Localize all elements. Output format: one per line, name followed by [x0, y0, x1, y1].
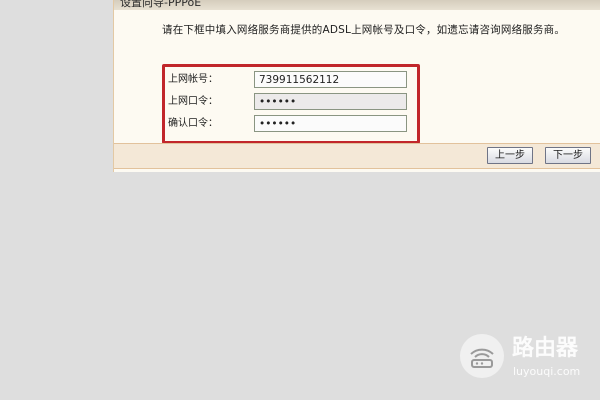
password-input[interactable] — [254, 93, 407, 110]
next-button[interactable]: 下一步 — [545, 147, 591, 164]
button-bar: 上一步 下一步 — [114, 143, 600, 169]
password-row: 上网口令： — [168, 93, 413, 111]
title-bar: 设置向导-PPPoE — [114, 0, 600, 10]
watermark: 路由器 luyouqi.com — [455, 316, 600, 400]
confirm-password-input[interactable] — [254, 115, 407, 132]
instruction-text: 请在下框中填入网络服务商提供的ADSL上网帐号及口令，如遗忘请咨询网络服务商。 — [162, 24, 566, 36]
watermark-title: 路由器 — [512, 336, 579, 361]
account-input[interactable] — [254, 71, 407, 88]
setup-wizard-dialog: 设置向导-PPPoE 请在下框中填入网络服务商提供的ADSL上网帐号及口令，如遗… — [113, 0, 600, 172]
dialog-title: 设置向导-PPPoE — [120, 0, 202, 9]
password-label: 上网口令： — [168, 96, 218, 107]
watermark-logo — [460, 334, 504, 378]
account-label: 上网帐号： — [168, 74, 218, 85]
confirm-password-row: 确认口令： — [168, 115, 413, 133]
previous-button[interactable]: 上一步 — [487, 147, 533, 164]
page: 设置向导-PPPoE 请在下框中填入网络服务商提供的ADSL上网帐号及口令，如遗… — [0, 0, 600, 400]
account-row: 上网帐号： — [168, 71, 413, 89]
router-wifi-icon — [470, 348, 494, 368]
watermark-url: luyouqi.com — [513, 365, 581, 378]
confirm-password-label: 确认口令： — [168, 118, 218, 129]
